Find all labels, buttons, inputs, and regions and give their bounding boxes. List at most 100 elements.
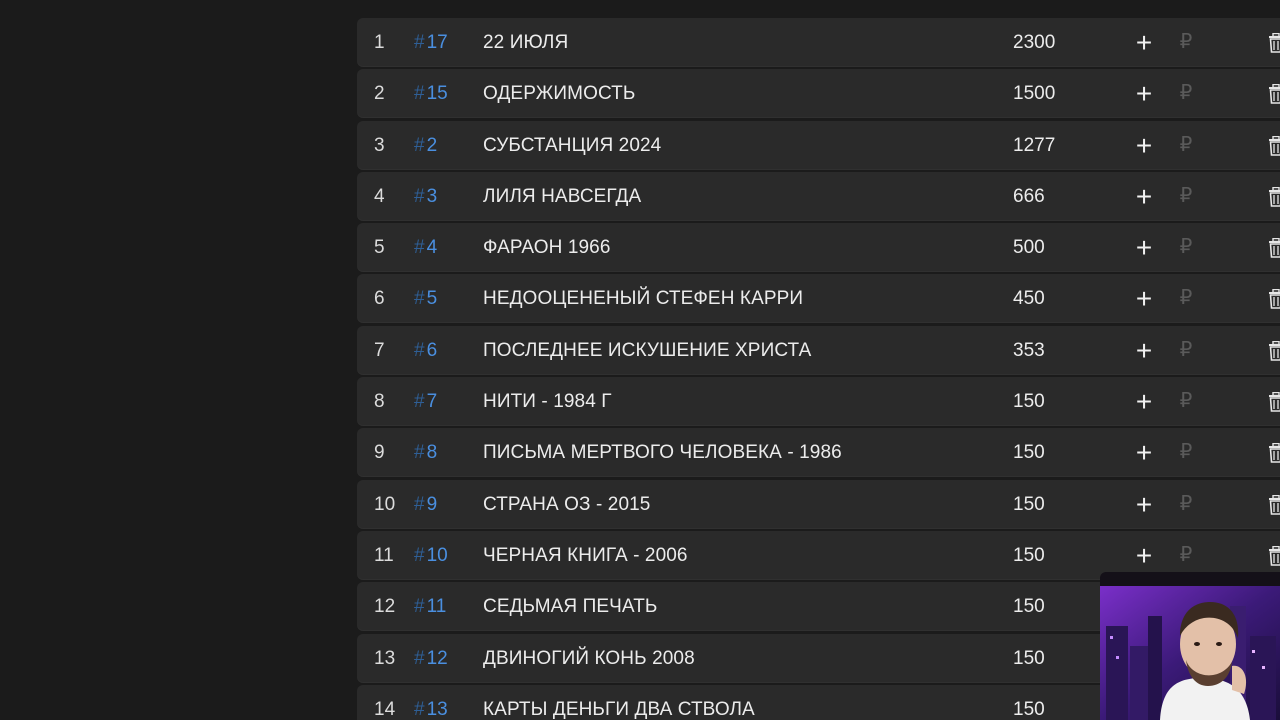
ruble-icon[interactable]: ₽ (1178, 428, 1194, 477)
lot-amount: 150 (1013, 391, 1045, 413)
lot-row: 9 #8 ПИСЬМА МЕРТВОГО ЧЕЛОВЕКА - 1986 150 + ₽ (357, 428, 1280, 478)
lot-title: ЛИЛЯ НАВСЕГДА (483, 185, 642, 207)
plus-icon[interactable]: + (1132, 172, 1156, 221)
lot-tag[interactable]: #3 (414, 172, 437, 221)
lot-title: НЕДООЦЕНЕНЫЙ СТЕФЕН КАРРИ (483, 288, 804, 310)
lot-row: 7 #6 ПОСЛЕДНЕЕ ИСКУШЕНИЕ ХРИСТА 353 + ₽ (357, 325, 1280, 375)
lot-amount: 666 (1013, 185, 1045, 207)
lot-position: 1 (374, 32, 385, 53)
lot-tag[interactable]: #6 (414, 326, 437, 375)
hash-symbol: # (414, 237, 425, 259)
lot-tag[interactable]: #4 (414, 223, 437, 272)
lot-tag[interactable]: #13 (414, 685, 448, 720)
lot-tag[interactable]: #11 (414, 582, 446, 631)
lot-tag[interactable]: #8 (414, 428, 437, 477)
plus-icon[interactable]: + (1132, 377, 1156, 426)
lot-tag-number: 4 (426, 237, 438, 259)
lot-tag-number: 15 (426, 83, 448, 105)
trash-icon[interactable] (1268, 545, 1280, 566)
lot-title: НИТИ - 1984 Г (483, 391, 612, 413)
ruble-icon[interactable]: ₽ (1178, 377, 1194, 426)
ruble-icon[interactable]: ₽ (1178, 69, 1194, 118)
lot-position: 10 (374, 493, 396, 515)
lot-title: ЧЕРНАЯ КНИГА - 2006 (483, 544, 688, 566)
webcam-image (1100, 586, 1280, 720)
lot-amount: 150 (1013, 698, 1045, 720)
hash-symbol: # (414, 134, 425, 156)
lot-row: 4 #3 ЛИЛЯ НАВСЕГДА 666 + ₽ (357, 171, 1280, 221)
lot-tag[interactable]: #7 (414, 377, 437, 426)
lot-row: 6 #5 НЕДООЦЕНЕНЫЙ СТЕФЕН КАРРИ 450 + ₽ (357, 274, 1280, 324)
lot-tag-number: 9 (426, 493, 438, 515)
hash-symbol: # (414, 185, 425, 207)
trash-icon[interactable] (1268, 238, 1280, 258)
lot-title: СТРАНА ОЗ - 2015 (483, 493, 651, 515)
ruble-icon[interactable]: ₽ (1178, 18, 1194, 67)
lot-amount: 2300 (1013, 32, 1056, 53)
hash-symbol: # (414, 442, 425, 464)
hash-symbol: # (414, 647, 425, 669)
lot-position: 5 (374, 237, 385, 259)
lot-tag-number: 2 (426, 134, 438, 156)
lot-tag[interactable]: #15 (414, 69, 448, 118)
lot-tag[interactable]: #5 (414, 274, 437, 323)
ruble-icon[interactable]: ₽ (1178, 326, 1194, 375)
trash-icon[interactable] (1268, 135, 1280, 156)
trash-icon[interactable] (1268, 340, 1280, 361)
trash-icon[interactable] (1268, 33, 1280, 53)
lot-tag[interactable]: #9 (414, 480, 437, 529)
lot-tag-number: 11 (426, 596, 447, 618)
plus-icon[interactable]: + (1132, 480, 1156, 529)
lot-position: 12 (374, 596, 396, 618)
ruble-icon[interactable]: ₽ (1178, 172, 1194, 221)
lot-tag-number: 5 (426, 288, 438, 310)
hash-symbol: # (414, 698, 425, 720)
lot-title: ПОСЛЕДНЕЕ ИСКУШЕНИЕ ХРИСТА (483, 339, 812, 361)
streamer-webcam-overlay (1100, 572, 1280, 720)
hash-symbol: # (414, 339, 425, 361)
trash-icon[interactable] (1268, 289, 1280, 310)
lot-position: 2 (374, 83, 385, 105)
lot-tag[interactable]: #12 (414, 634, 448, 683)
ruble-icon[interactable]: ₽ (1178, 274, 1194, 323)
ruble-icon[interactable]: ₽ (1178, 480, 1194, 529)
lot-position: 8 (374, 391, 385, 413)
lot-amount: 353 (1013, 339, 1045, 361)
plus-icon[interactable]: + (1132, 121, 1156, 170)
plus-icon[interactable]: + (1132, 69, 1156, 118)
auction-page: 1 #17 22 ИЮЛЯ 2300 + ₽2 #15 ОДЕРЖИМОСТЬ 1500 + ₽3 #… (0, 0, 1280, 720)
ruble-icon[interactable]: ₽ (1178, 121, 1194, 170)
lot-title: СЕДЬМАЯ ПЕЧАТЬ (483, 596, 658, 618)
lot-tag[interactable]: #2 (414, 121, 437, 170)
lot-row: 2 #15 ОДЕРЖИМОСТЬ 1500 + ₽ (357, 69, 1280, 119)
lot-title: ФАРАОН 1966 (483, 237, 611, 259)
lot-amount: 150 (1013, 442, 1045, 464)
lot-tag-number: 6 (426, 339, 438, 361)
plus-icon[interactable]: + (1132, 223, 1156, 272)
lot-position: 9 (374, 442, 385, 464)
lot-title: КАРТЫ ДЕНЬГИ ДВА СТВОЛА (483, 698, 755, 720)
ruble-icon[interactable]: ₽ (1178, 223, 1194, 272)
lot-position: 7 (374, 339, 385, 361)
plus-icon[interactable]: + (1132, 326, 1156, 375)
trash-icon[interactable] (1268, 494, 1280, 515)
lot-row: 8 #7 НИТИ - 1984 Г 150 + ₽ (357, 377, 1280, 427)
lot-title: ОДЕРЖИМОСТЬ (483, 83, 636, 105)
lot-position: 6 (374, 288, 385, 310)
plus-icon[interactable]: + (1132, 18, 1156, 67)
lot-tag-number: 8 (426, 442, 438, 464)
trash-icon[interactable] (1268, 84, 1280, 105)
lot-position: 11 (374, 544, 394, 566)
plus-icon[interactable]: + (1132, 274, 1156, 323)
hash-symbol: # (414, 544, 425, 566)
lot-tag[interactable]: #17 (414, 18, 448, 67)
trash-icon[interactable] (1268, 392, 1280, 412)
lot-tag[interactable]: #10 (414, 531, 448, 580)
trash-icon[interactable] (1268, 443, 1280, 464)
lot-row: 10 #9 СТРАНА ОЗ - 2015 150 + ₽ (357, 479, 1280, 529)
trash-icon[interactable] (1268, 186, 1280, 207)
plus-icon[interactable]: + (1132, 428, 1156, 477)
lot-position: 13 (374, 647, 396, 669)
lot-title: ПИСЬМА МЕРТВОГО ЧЕЛОВЕКА - 1986 (483, 442, 842, 464)
lot-amount: 1500 (1013, 83, 1056, 105)
